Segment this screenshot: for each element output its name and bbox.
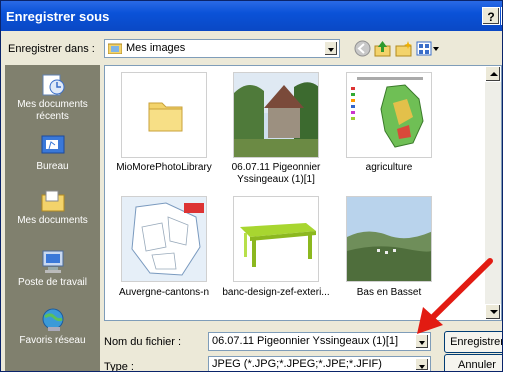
location-value: Mes images [126,42,186,54]
title-bar[interactable]: Enregistrer sous ? [1,1,502,31]
file-name[interactable]: 06.07.11 Pigeonnier Yssingeaux (1)[1] [216,162,336,186]
cancel-button[interactable]: Annuler [444,354,502,371]
map-thumbnail-icon [347,73,431,157]
close-button[interactable] [501,7,502,25]
places-label-my-computer: Poste de travail [18,277,87,288]
file-thumbnail[interactable] [233,196,319,282]
map-thumbnail-icon [122,197,206,281]
filename-value: 06.07.11 Pigeonnier Yssingeaux (1)[1] [212,335,399,347]
file-thumbnail[interactable] [233,72,319,158]
file-name[interactable]: Auvergne-cantons-n [105,287,224,299]
desktop-icon [40,133,66,159]
folder-icon [122,102,206,157]
places-item-my-documents[interactable]: Mes documents [5,187,100,227]
location-select[interactable]: Mes images [104,39,340,58]
recent-documents-icon [40,71,66,97]
chevron-down-icon[interactable] [415,358,429,371]
red-arrow-annotation [417,258,493,334]
chevron-down-icon[interactable] [324,41,338,56]
places-label-network-places: Favoris réseau [19,335,86,346]
places-label-desktop: Bureau [36,161,69,172]
places-label-my-documents: Mes documents [17,215,88,226]
photo-thumbnail-icon [234,73,318,157]
type-value: JPEG (*.JPG;*.JPEG;*.JPE;*.JFIF) [212,358,382,370]
my-computer-icon [40,249,66,275]
file-name[interactable]: MioMorePhotoLibrary [105,162,224,174]
network-places-icon [40,307,66,333]
help-button[interactable]: ? [482,7,500,25]
new-folder-icon[interactable] [395,40,412,57]
places-item-network-places[interactable]: Favoris réseau [5,307,100,347]
up-folder-icon[interactable] [374,40,391,57]
dialog-title: Enregistrer sous [6,9,110,24]
places-item-my-computer[interactable]: Poste de travail [5,249,100,289]
file-thumbnail[interactable] [121,196,207,282]
back-icon[interactable] [354,40,371,57]
my-pictures-folder-icon [107,42,123,55]
type-select[interactable]: JPEG (*.JPG;*.JPEG;*.JPE;*.JFIF) [208,356,431,371]
file-thumbnail[interactable] [346,72,432,158]
filename-label: Nom du fichier : [104,336,182,348]
view-menu-icon[interactable] [416,40,440,57]
type-label: Type : [104,361,134,372]
scroll-up-icon[interactable] [485,66,501,82]
save-in-label: Enregistrer dans : [8,43,95,55]
places-item-recent-documents[interactable]: Mes documents récents [5,71,100,123]
file-name[interactable]: banc-design-zef-exteri... [216,287,336,299]
file-name[interactable]: agriculture [329,162,449,174]
bench-thumbnail-icon [234,197,318,281]
places-item-desktop[interactable]: Bureau [5,133,100,173]
filename-input[interactable]: 06.07.11 Pigeonnier Yssingeaux (1)[1] [208,332,431,351]
file-thumbnail[interactable] [121,72,207,158]
places-bar: Mes documents récents Bureau Mes documen… [5,65,100,371]
places-label-recent-documents: Mes documents récents [17,99,88,122]
my-documents-icon [40,187,66,213]
